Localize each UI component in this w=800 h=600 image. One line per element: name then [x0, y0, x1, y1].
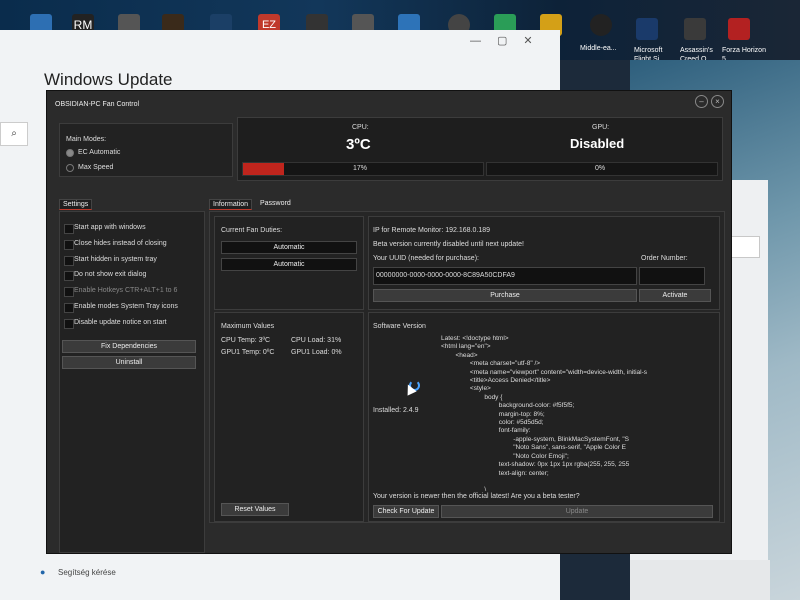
- cpu-progress-bar: 17%: [242, 162, 484, 176]
- status-panel: CPU: 3ºC 17% GPU: Disabled 0%: [237, 117, 723, 181]
- settings-label: Enable Hotkeys CTR+ALT+1 to 6: [74, 287, 178, 294]
- background-window: [630, 560, 770, 600]
- update-button[interactable]: Update: [441, 505, 713, 518]
- settings-label: Do not show exit dialog: [74, 271, 147, 278]
- gpu-state-value: Disabled: [570, 136, 625, 151]
- search-icon[interactable]: ⌕: [0, 122, 28, 146]
- purchase-button[interactable]: Purchase: [373, 289, 637, 302]
- help-link[interactable]: Segítség kérése: [58, 568, 116, 577]
- cpu-temp-value: 3ºC: [346, 136, 371, 153]
- settings-checkbox[interactable]: [64, 240, 74, 250]
- settings-checkbox[interactable]: [64, 319, 74, 329]
- check-for-update-button[interactable]: Check For Update: [373, 505, 439, 518]
- settings-checkbox[interactable]: [64, 224, 74, 234]
- main-modes-label: Main Modes:: [66, 136, 107, 143]
- gpu-label: GPU:: [592, 124, 610, 131]
- assassins-creed-icon[interactable]: [684, 18, 706, 40]
- fix-dependencies-button[interactable]: Fix Dependencies: [62, 340, 196, 353]
- uuid-label: Your UUID (needed for purchase):: [373, 255, 479, 262]
- settings-checkbox[interactable]: [64, 271, 74, 281]
- page-title: Windows Update: [44, 70, 173, 89]
- uuid-value: 00000000-0000-0000-0000-8C89A50CDFA9: [376, 272, 515, 279]
- main-modes-panel: Main Modes: EC Automatic Max Speed: [59, 123, 233, 177]
- gpu-load-max: GPU1 Load: 0%: [291, 349, 342, 356]
- tab-information[interactable]: Information: [209, 199, 253, 210]
- cpu-temp-max: CPU Temp: 3ºC: [221, 337, 271, 344]
- uninstall-button[interactable]: Uninstall: [62, 356, 196, 369]
- help-icon: ●: [40, 567, 46, 577]
- settings-checkbox[interactable]: [64, 287, 74, 297]
- mode-label: Max Speed: [78, 164, 114, 171]
- activate-button[interactable]: Activate: [639, 289, 711, 302]
- software-version-panel: Software Version Latest: <!doctype html>…: [368, 312, 720, 522]
- cpu-progress-fill: [243, 163, 284, 175]
- settings-checkbox[interactable]: [64, 256, 74, 266]
- latest-version-text: Latest: <!doctype html> <html lang="en">…: [441, 335, 647, 494]
- settings-label: Start hidden in system tray: [74, 256, 157, 263]
- fan-duty-value: Automatic: [221, 241, 357, 254]
- settings-label: Disable update notice on start: [74, 319, 167, 326]
- max-speed-radio[interactable]: [66, 164, 74, 172]
- cpu-label: CPU:: [352, 124, 369, 131]
- close-icon[interactable]: ×: [711, 95, 724, 108]
- newer-version-note: Your version is newer then the official …: [373, 493, 580, 500]
- fan-duties-panel: Current Fan Duties: Automatic Automatic: [214, 216, 364, 310]
- gpu-temp-max: GPU1 Temp: 0ºC: [221, 349, 275, 356]
- settings-panel: Start app with windows Close hides inste…: [59, 211, 205, 553]
- tab-password[interactable]: Password: [257, 199, 294, 208]
- order-number-label: Order Number:: [641, 255, 688, 262]
- gpu-progress-bar: 0%: [486, 162, 718, 176]
- cpu-percent: 17%: [353, 165, 368, 172]
- minimize-icon[interactable]: –: [695, 95, 708, 108]
- desktop-app-icon[interactable]: [590, 14, 612, 36]
- ip-label: IP for Remote Monitor: 192.168.0.189: [373, 227, 490, 234]
- uuid-field[interactable]: 00000000-0000-0000-0000-8C89A50CDFA9: [373, 267, 637, 285]
- settings-label: Start app with windows: [74, 224, 146, 231]
- remote-monitor-panel: IP for Remote Monitor: 192.168.0.189 Bet…: [368, 216, 720, 310]
- fan-duties-label: Current Fan Duties:: [221, 227, 283, 234]
- ec-automatic-radio[interactable]: [66, 149, 74, 157]
- flight-sim-icon[interactable]: [636, 18, 658, 40]
- window-title: OBSIDIAN-PC Fan Control: [55, 101, 140, 108]
- window-controls[interactable]: —▢✕: [470, 34, 549, 47]
- gpu-percent: 0%: [595, 165, 606, 172]
- software-version-label: Software Version: [373, 323, 426, 330]
- shortcut-label: Middle-ea...: [580, 45, 617, 52]
- fan-duty-value: Automatic: [221, 258, 357, 271]
- tab-settings[interactable]: Settings: [59, 199, 93, 210]
- settings-label: Close hides instead of closing: [74, 240, 167, 247]
- max-values-panel: Maximum Values CPU Temp: 3ºC CPU Load: 3…: [214, 312, 364, 522]
- settings-checkbox[interactable]: [64, 303, 74, 313]
- installed-version: Installed: 2.4.9: [373, 407, 419, 414]
- cpu-load-max: CPU Load: 31%: [291, 337, 342, 344]
- settings-label: Enable modes System Tray icons: [74, 303, 178, 310]
- max-values-label: Maximum Values: [221, 323, 275, 330]
- reset-values-button[interactable]: Reset Values: [221, 503, 289, 516]
- mode-label: EC Automatic: [78, 149, 121, 156]
- information-panel: Current Fan Duties: Automatic Automatic …: [209, 211, 725, 523]
- forza-horizon-icon[interactable]: [728, 18, 750, 40]
- order-number-input[interactable]: [639, 267, 705, 285]
- beta-note: Beta version currently disabled until ne…: [373, 241, 524, 248]
- fan-control-window: OBSIDIAN-PC Fan Control – × Main Modes: …: [46, 90, 732, 554]
